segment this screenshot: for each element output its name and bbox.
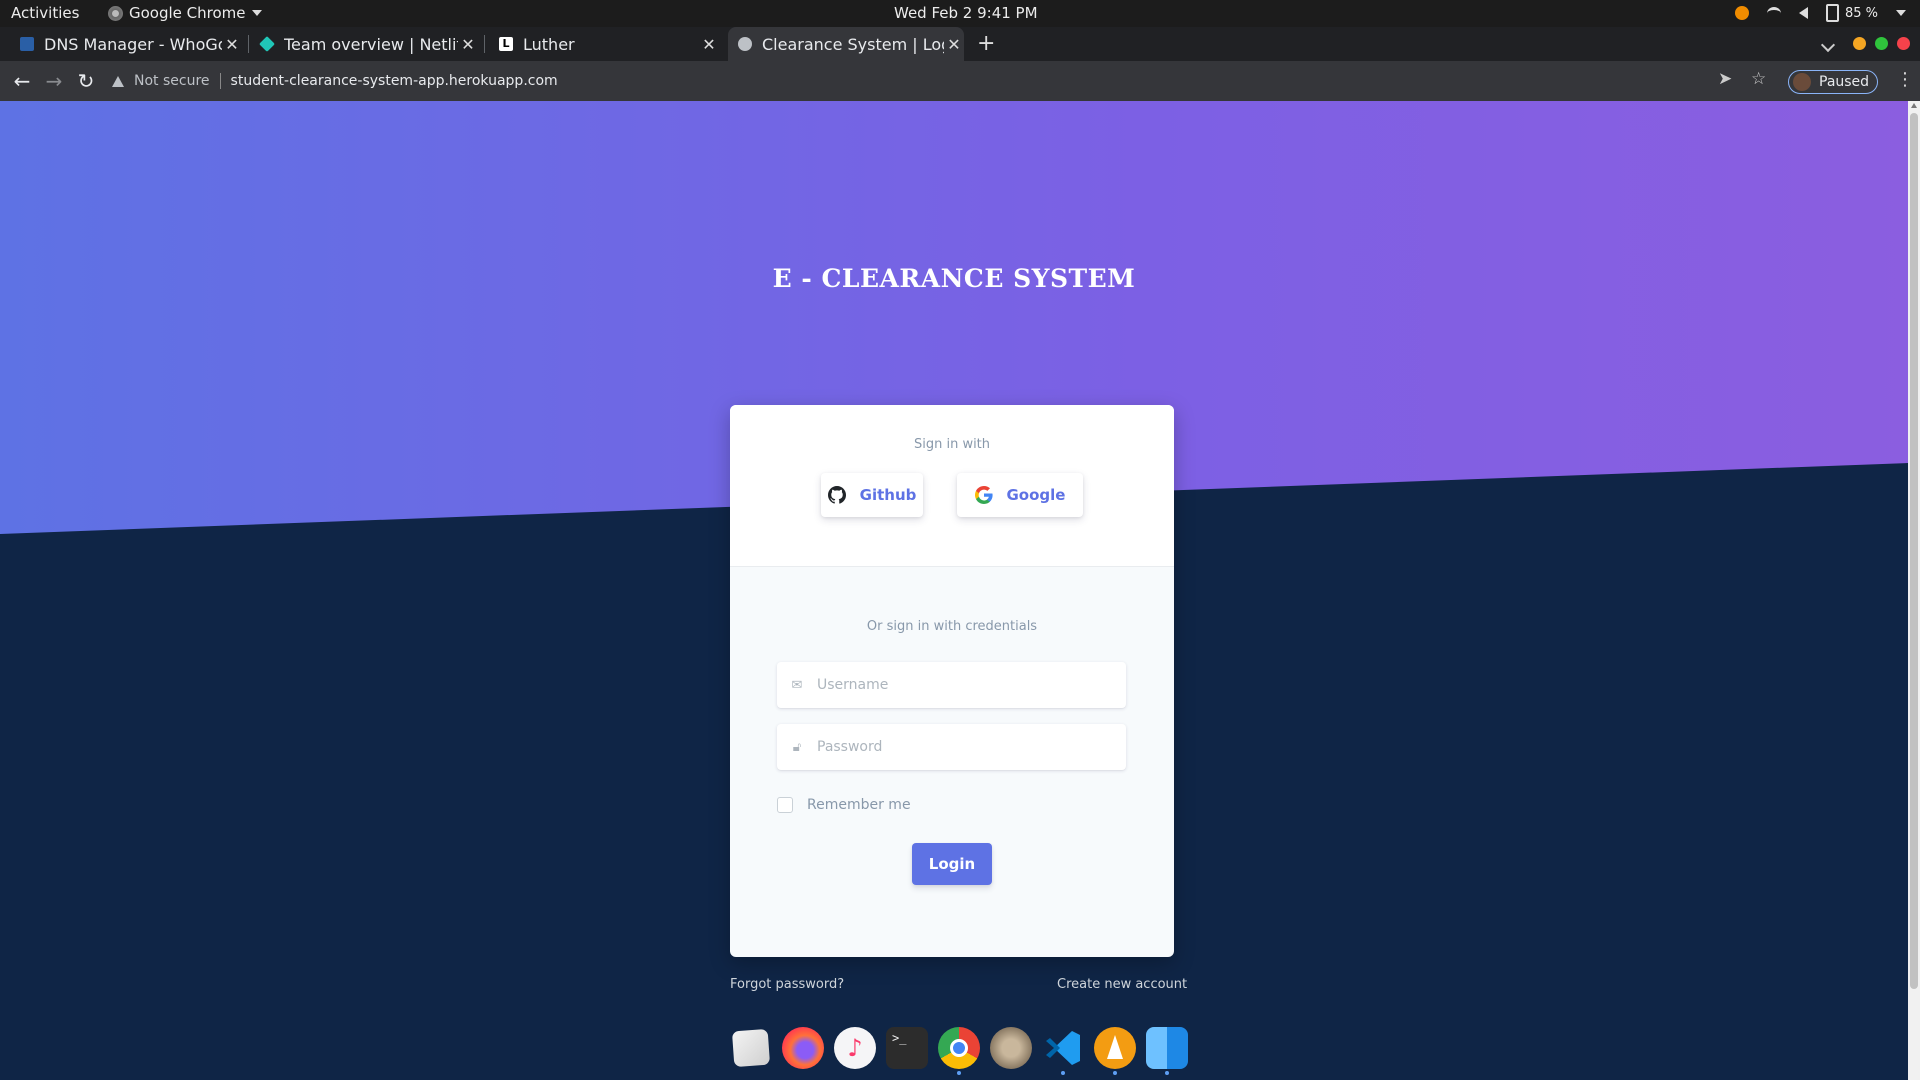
wifi-icon	[1766, 6, 1781, 20]
activities-button[interactable]: Activities	[11, 4, 79, 22]
tab-dns-manager[interactable]: DNS Manager - WhoGoH ✕	[20, 27, 242, 61]
forward-button[interactable]: →	[42, 69, 66, 93]
remember-me[interactable]: Remember me	[777, 797, 911, 813]
url-text[interactable]: student-clearance-system-app.herokuapp.c…	[231, 73, 558, 89]
remember-me-label[interactable]: Remember me	[807, 797, 911, 813]
close-icon[interactable]: ✕	[944, 35, 964, 54]
avatar	[1793, 73, 1811, 91]
profile-status: Paused	[1819, 74, 1870, 90]
tab-separator	[248, 35, 249, 53]
tab-title: Team overview | Netlify	[284, 34, 458, 54]
chevron-down-icon	[251, 10, 262, 16]
security-label[interactable]: Not secure	[134, 73, 210, 89]
netlify-favicon-icon	[259, 36, 275, 52]
address-bar[interactable]: Not secure student-clearance-system-app.…	[112, 67, 558, 95]
page-scrollbar[interactable]	[1908, 101, 1920, 1080]
bookmark-star-icon[interactable]: ☆	[1751, 69, 1766, 89]
tab-netlify[interactable]: Team overview | Netlify ✕	[259, 27, 478, 61]
app-menu-label: Google Chrome	[129, 4, 246, 22]
scroll-up-icon[interactable]	[1911, 103, 1917, 108]
github-button[interactable]: Github	[821, 473, 923, 517]
profile-button[interactable]: Paused	[1788, 70, 1878, 94]
google-button[interactable]: Google	[957, 473, 1083, 517]
minimize-button[interactable]	[1853, 37, 1866, 50]
page-viewport: E - CLEARANCE SYSTEM Sign in with Github…	[0, 101, 1908, 1080]
password-field[interactable]: 🔓︎	[777, 724, 1126, 770]
new-tab-button[interactable]: +	[977, 27, 995, 61]
photo-app-icon[interactable]	[990, 1027, 1032, 1069]
login-card: Sign in with Github Google Or sign in wi…	[730, 405, 1174, 957]
reload-button[interactable]: ↻	[74, 69, 98, 93]
tab-strip: DNS Manager - WhoGoH ✕ Team overview | N…	[0, 27, 1920, 61]
send-icon[interactable]: ➤	[1718, 69, 1732, 89]
finder-icon[interactable]	[1146, 1027, 1188, 1075]
luther-favicon-icon: L	[499, 37, 513, 51]
vscode-icon[interactable]	[1042, 1027, 1084, 1075]
chrome-icon[interactable]	[938, 1027, 980, 1075]
clock[interactable]: Wed Feb 2 9:41 PM	[894, 4, 1038, 22]
warning-icon	[112, 75, 124, 87]
music-icon[interactable]: ♪	[834, 1027, 876, 1069]
close-window-button[interactable]	[1897, 37, 1910, 50]
tab-luther[interactable]: L Luther ✕	[499, 27, 719, 61]
remember-me-checkbox[interactable]	[777, 797, 793, 813]
close-icon[interactable]: ✕	[222, 35, 242, 54]
back-button[interactable]: ←	[10, 69, 34, 93]
username-field[interactable]: ✉	[777, 662, 1126, 708]
maximize-button[interactable]	[1875, 37, 1888, 50]
terminal-icon[interactable]: >_	[886, 1027, 928, 1069]
tab-clearance-system[interactable]: Clearance System | Login ✕	[728, 27, 964, 61]
battery-icon	[1825, 4, 1839, 22]
system-top-bar: Activities Google Chrome Wed Feb 2 9:41 …	[0, 0, 1920, 27]
envelope-icon: ✉	[791, 677, 803, 693]
tab-title: Clearance System | Login	[762, 34, 944, 54]
forgot-password-link[interactable]: Forgot password?	[730, 977, 844, 992]
scrollbar-thumb[interactable]	[1910, 113, 1918, 989]
create-account-link[interactable]: Create new account	[1057, 977, 1187, 992]
omnibox-divider	[219, 73, 221, 89]
close-icon[interactable]: ✕	[699, 35, 719, 54]
social-login-section: Sign in with Github Google	[730, 405, 1174, 567]
tab-title: DNS Manager - WhoGoH	[44, 34, 222, 54]
whogohost-favicon-icon	[20, 37, 34, 51]
close-icon[interactable]: ✕	[458, 35, 478, 54]
lock-icon: 🔓︎	[792, 739, 802, 755]
more-menu-icon[interactable]: ⋮	[1896, 69, 1914, 90]
system-menu-chevron-icon[interactable]	[1896, 10, 1906, 16]
credentials-label: Or sign in with credentials	[866, 619, 1038, 634]
chrome-icon	[108, 5, 123, 21]
firefox-icon[interactable]	[782, 1027, 824, 1069]
dock: ♪ >_	[730, 1027, 1188, 1075]
volume-icon	[1798, 7, 1808, 19]
google-label: Google	[1006, 486, 1066, 504]
tab-title: Luther	[523, 34, 575, 54]
update-notifier-icon[interactable]	[1734, 6, 1749, 20]
page-title: E - CLEARANCE SYSTEM	[772, 264, 1136, 293]
login-button[interactable]: Login	[912, 843, 992, 885]
browser-toolbar: ← → ↻ Not secure student-clearance-syste…	[0, 61, 1920, 101]
battery-percentage: 85 %	[1844, 5, 1878, 21]
github-label: Github	[859, 486, 917, 504]
password-input[interactable]	[815, 738, 1099, 756]
username-input[interactable]	[815, 676, 1099, 694]
system-tray[interactable]: 85 %	[1734, 4, 1906, 22]
text-editor-icon[interactable]	[731, 1028, 771, 1068]
vlc-icon[interactable]	[1094, 1027, 1136, 1075]
globe-icon	[738, 37, 752, 51]
tab-separator	[484, 35, 485, 53]
github-icon	[827, 486, 846, 504]
app-menu[interactable]: Google Chrome	[108, 4, 262, 22]
google-icon	[974, 486, 993, 504]
sign-in-with-label: Sign in with	[913, 437, 991, 452]
